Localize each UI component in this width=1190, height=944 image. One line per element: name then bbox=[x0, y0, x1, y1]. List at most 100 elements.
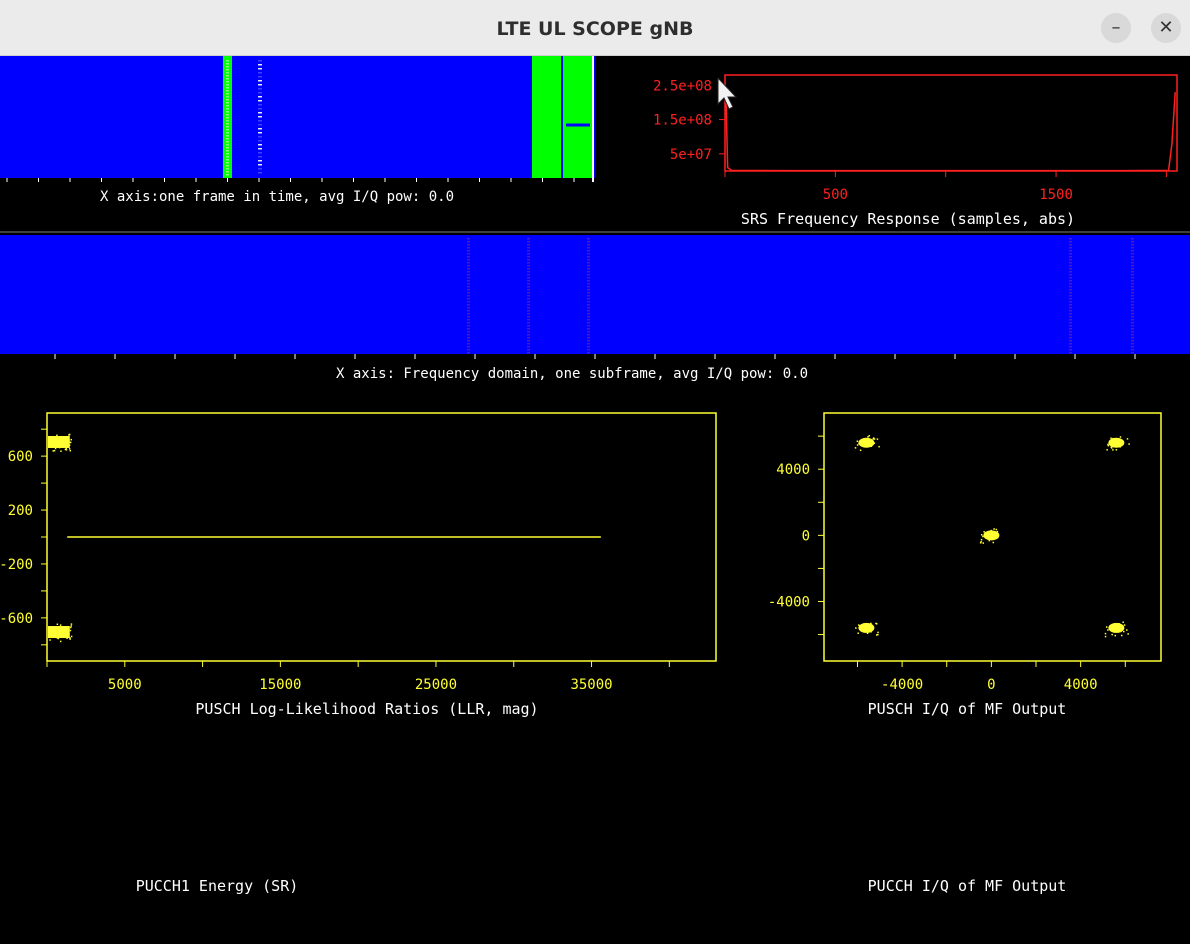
freq-marker-dot bbox=[527, 313, 530, 315]
freq-marker-dot bbox=[1131, 346, 1134, 348]
pusch-iq-point bbox=[985, 532, 987, 534]
freq-marker-dot bbox=[1131, 238, 1134, 240]
time-marker-dot bbox=[226, 162, 229, 164]
freq-marker-dot bbox=[1131, 331, 1134, 333]
freq-marker-dot bbox=[467, 322, 470, 324]
freq-marker-dot bbox=[1131, 322, 1134, 324]
pusch-iq-point bbox=[1116, 626, 1118, 628]
time-marker-dot bbox=[258, 172, 262, 174]
llr-point bbox=[52, 450, 54, 452]
pusch-iq-point bbox=[1106, 626, 1108, 628]
scope-svg: X axis:one frame in time, avg I/Q pow: 0… bbox=[0, 56, 1190, 940]
srs-chart: 2.5e+081.5e+085e+07500 1500 SRS Frequency… bbox=[653, 75, 1177, 228]
llr-scatter bbox=[48, 434, 601, 642]
pusch-iq-point bbox=[876, 623, 878, 625]
time-marker-dot bbox=[226, 147, 229, 149]
time-marker-dot bbox=[226, 108, 229, 110]
llr-xtick-label: 35000 bbox=[570, 677, 612, 693]
pusch-iq-point bbox=[857, 444, 859, 446]
pusch-iq-point bbox=[863, 623, 865, 625]
freq-marker-dot bbox=[587, 307, 590, 309]
srs-title: SRS Frequency Response (samples, abs) bbox=[741, 210, 1075, 228]
freq-marker-dot bbox=[1131, 259, 1134, 261]
llr-point bbox=[51, 441, 53, 443]
pusch-iq-point bbox=[981, 539, 983, 541]
close-button[interactable]: ✕ bbox=[1151, 13, 1181, 43]
freq-marker-dot bbox=[1131, 343, 1134, 345]
freq-marker-dot bbox=[1131, 289, 1134, 291]
scope-canvas: X axis:one frame in time, avg I/Q pow: 0… bbox=[0, 56, 1190, 940]
freq-marker-dot bbox=[587, 271, 590, 273]
pusch-iq-point bbox=[1119, 625, 1121, 627]
time-marker-dot bbox=[226, 159, 229, 161]
pusch-iq-point bbox=[878, 446, 880, 448]
llr-point bbox=[56, 446, 58, 448]
time-marker-dot bbox=[258, 164, 262, 166]
time-marker-dot bbox=[226, 138, 229, 140]
pusch-iq-xtick-label: 4000 bbox=[1064, 677, 1098, 693]
llr-point bbox=[67, 440, 69, 442]
freq-marker-dot bbox=[1131, 340, 1134, 342]
llr-point bbox=[57, 624, 59, 626]
freq-marker-dot bbox=[527, 346, 530, 348]
pusch-iq-point bbox=[871, 445, 873, 447]
freq-marker-dot bbox=[1131, 319, 1134, 321]
llr-point bbox=[69, 444, 71, 446]
llr-point bbox=[54, 444, 56, 446]
pusch-iq-xtick-label: 0 bbox=[987, 677, 995, 693]
freq-marker-dot bbox=[527, 268, 530, 270]
llr-point bbox=[60, 641, 62, 643]
minimize-button[interactable]: – bbox=[1101, 13, 1131, 43]
llr-point bbox=[50, 627, 52, 629]
freq-marker-dot bbox=[527, 319, 530, 321]
time-marker-dot bbox=[258, 64, 262, 66]
freq-marker-dot bbox=[467, 241, 470, 243]
llr-ytick-label: -600 bbox=[0, 611, 33, 627]
pusch-iq-point bbox=[877, 438, 879, 440]
freq-marker-dot bbox=[1069, 268, 1072, 270]
time-marker-dot bbox=[226, 141, 229, 143]
time-marker-dot bbox=[226, 87, 229, 89]
freq-marker-dot bbox=[527, 325, 530, 327]
time-domain-panel: X axis:one frame in time, avg I/Q pow: 0… bbox=[0, 56, 595, 205]
time-marker-dot bbox=[258, 128, 262, 130]
freq-marker-dot bbox=[1069, 352, 1072, 354]
freq-marker-dot bbox=[467, 286, 470, 288]
freq-marker-dot bbox=[527, 343, 530, 345]
time-axis-label: X axis:one frame in time, avg I/Q pow: 0… bbox=[100, 189, 454, 205]
freq-marker-dot bbox=[587, 268, 590, 270]
llr-chart: 600200-200-6005000 15000 25000 35000 PUSCH … bbox=[0, 413, 716, 718]
llr-point bbox=[71, 623, 73, 625]
time-marker-dot bbox=[226, 111, 229, 113]
freq-marker-dot bbox=[527, 352, 530, 354]
time-axis-ticks bbox=[7, 178, 574, 182]
freq-marker-dot bbox=[1131, 313, 1134, 315]
freq-marker-dot bbox=[587, 238, 590, 240]
freq-marker-dot bbox=[1069, 241, 1072, 243]
freq-marker-dot bbox=[527, 238, 530, 240]
pusch-iq-point bbox=[997, 534, 999, 536]
llr-point bbox=[56, 435, 58, 437]
freq-marker-dot bbox=[587, 349, 590, 351]
freq-marker-dot bbox=[467, 259, 470, 261]
freq-marker-dot bbox=[1069, 292, 1072, 294]
freq-marker-dot bbox=[587, 262, 590, 264]
freq-marker-dot bbox=[587, 283, 590, 285]
time-marker-dot bbox=[226, 156, 229, 158]
time-marker-dot bbox=[226, 153, 229, 155]
freq-marker-dot bbox=[1069, 265, 1072, 267]
freq-marker-dot bbox=[1069, 247, 1072, 249]
freq-marker-dot bbox=[587, 286, 590, 288]
llr-point bbox=[71, 439, 73, 441]
freq-marker-dot bbox=[467, 274, 470, 276]
time-marker-dot bbox=[226, 93, 229, 95]
time-marker-dot bbox=[258, 76, 262, 78]
time-marker-dot bbox=[226, 168, 229, 170]
freq-marker-dot bbox=[467, 349, 470, 351]
freq-marker-dot bbox=[587, 277, 590, 279]
freq-marker-dot bbox=[527, 337, 530, 339]
freq-marker-dot bbox=[1131, 274, 1134, 276]
freq-marker-dot bbox=[527, 304, 530, 306]
time-marker-dot bbox=[258, 108, 262, 110]
freq-marker-dot bbox=[587, 328, 590, 330]
